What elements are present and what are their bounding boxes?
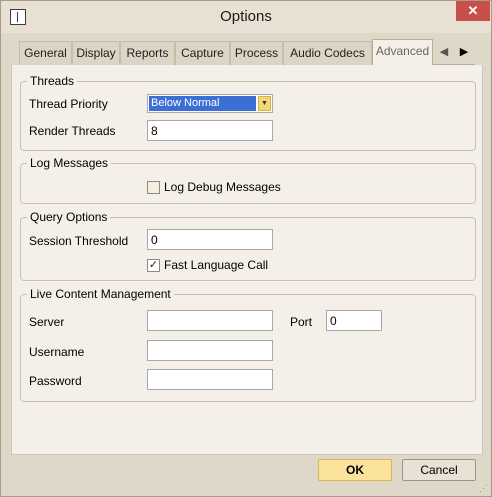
username-input[interactable] — [147, 340, 273, 361]
threads-group-title: Threads — [27, 74, 78, 88]
close-button[interactable]: ✕ — [456, 1, 490, 21]
tab-scroll-right-icon[interactable]: ▶ — [457, 44, 471, 60]
port-label: Port — [290, 315, 313, 329]
render-threads-input[interactable] — [147, 120, 273, 141]
server-label: Server — [29, 315, 65, 329]
advanced-panel: Threads Thread Priority Below Normal ▼ R… — [11, 65, 483, 455]
log-messages-group-title: Log Messages — [27, 156, 112, 170]
query-options-group-title: Query Options — [27, 210, 111, 224]
tab-process[interactable]: Process — [230, 41, 283, 65]
fast-language-call-label: Fast Language Call — [164, 258, 269, 272]
tab-audio-codecs[interactable]: Audio Codecs — [283, 41, 372, 65]
chevron-down-icon[interactable]: ▼ — [258, 96, 271, 111]
render-threads-label: Render Threads — [29, 124, 116, 138]
live-content-group-title: Live Content Management — [27, 287, 174, 301]
log-debug-checkbox[interactable] — [147, 181, 160, 194]
window-title: Options — [220, 8, 272, 25]
session-threshold-label: Session Threshold — [29, 234, 129, 248]
fast-language-call-checkbox[interactable]: ✓ — [147, 259, 160, 272]
log-messages-group: Log Messages Log Debug Messages — [20, 156, 476, 204]
password-input[interactable] — [147, 369, 273, 390]
tab-general[interactable]: General — [19, 41, 72, 65]
tab-bar: General Display Reports Capture Process … — [19, 39, 475, 66]
query-options-group: Query Options Session Threshold ✓ Fast L… — [20, 210, 476, 281]
options-window: Options ✕ General Display Reports Captur… — [0, 0, 492, 497]
title-bar: Options ✕ — [1, 1, 491, 33]
tab-scroll-left-icon[interactable]: ◀ — [437, 44, 451, 60]
tab-capture[interactable]: Capture — [175, 41, 230, 65]
thread-priority-dropdown[interactable]: Below Normal ▼ — [147, 94, 273, 113]
password-label: Password — [29, 374, 82, 388]
ok-button[interactable]: OK — [318, 459, 392, 481]
resize-grip-icon[interactable]: ⋰ — [478, 483, 488, 493]
thread-priority-value: Below Normal — [149, 96, 256, 111]
port-input[interactable] — [326, 310, 382, 331]
session-threshold-input[interactable] — [147, 229, 273, 250]
server-input[interactable] — [147, 310, 273, 331]
threads-group: Threads Thread Priority Below Normal ▼ R… — [20, 74, 476, 151]
tab-advanced[interactable]: Advanced — [372, 39, 433, 66]
live-content-group: Live Content Management Server Port User… — [20, 287, 476, 402]
thread-priority-label: Thread Priority — [29, 97, 108, 111]
tab-display[interactable]: Display — [72, 41, 120, 65]
log-debug-label: Log Debug Messages — [164, 180, 281, 194]
username-label: Username — [29, 345, 85, 359]
cancel-button[interactable]: Cancel — [402, 459, 476, 481]
tab-reports[interactable]: Reports — [120, 41, 175, 65]
